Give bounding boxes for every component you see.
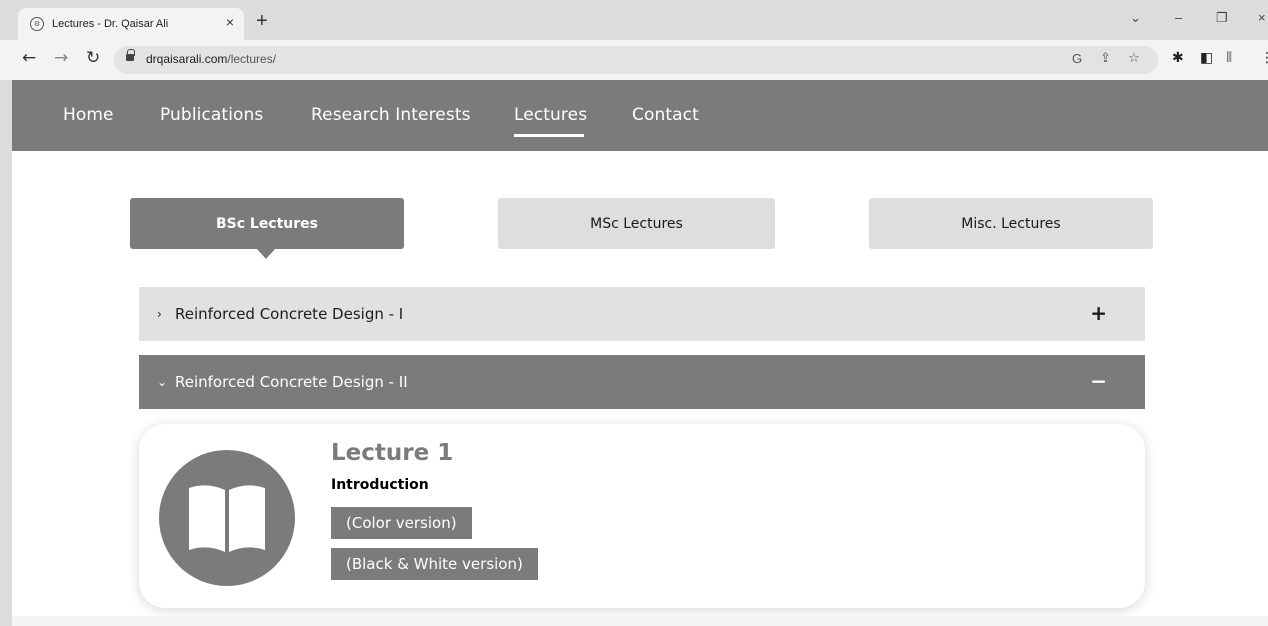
reload-icon[interactable]: ↻ [86, 48, 100, 68]
bw-version-button[interactable]: (Black & White version) [331, 548, 538, 580]
accordion-title: Reinforced Concrete Design - I [175, 305, 404, 323]
url-domain: drqaisarali.com [146, 52, 228, 66]
profile-icon[interactable]: ⦀ [1226, 50, 1232, 66]
google-icon[interactable]: G [1072, 51, 1082, 66]
tab-bar: ⚙ Lectures - Dr. Qaisar Ali × + ⌄ – ❐ × [0, 0, 1268, 40]
extensions-icon[interactable]: ✱ [1172, 50, 1184, 66]
tab-bsc-lectures[interactable]: BSc Lectures [130, 198, 404, 259]
tab-search-icon[interactable]: ⌄ [1130, 10, 1141, 26]
book-icon [159, 450, 295, 586]
tab-title: Lectures - Dr. Qaisar Ali [52, 18, 169, 30]
lecture-subtitle: Introduction [331, 477, 429, 493]
browser-window: ⚙ Lectures - Dr. Qaisar Ali × + ⌄ – ❐ × … [0, 0, 1268, 626]
nav-research-interests[interactable]: Research Interests [311, 105, 471, 125]
accordion-rcd-2[interactable]: ⌄ Reinforced Concrete Design - II − [139, 355, 1145, 409]
nav-home[interactable]: Home [63, 105, 114, 125]
nav-lectures[interactable]: Lectures [514, 105, 587, 125]
expand-icon[interactable]: + [1090, 301, 1107, 325]
site-navigation: Home Publications Research Interests Lec… [12, 80, 1268, 151]
accordion-title: Reinforced Concrete Design - II [175, 373, 408, 391]
star-icon[interactable]: ☆ [1128, 51, 1140, 66]
share-icon[interactable]: ⇪ [1100, 51, 1111, 66]
nav-publications[interactable]: Publications [160, 105, 263, 125]
next-card-edge [12, 616, 1268, 626]
chevron-right-icon: › [157, 307, 162, 321]
address-input[interactable]: drqaisarali.com/lectures/ G ⇪ ☆ [114, 46, 1158, 74]
sidepanel-icon[interactable]: ◧ [1200, 50, 1213, 66]
favicon-icon: ⚙ [30, 17, 44, 31]
tab-close-icon[interactable]: × [226, 14, 234, 30]
browser-tab[interactable]: ⚙ Lectures - Dr. Qaisar Ali × [18, 8, 244, 40]
restore-icon[interactable]: ❐ [1216, 10, 1228, 26]
new-tab-button[interactable]: + [256, 10, 268, 33]
menu-icon[interactable]: ⋮ [1260, 50, 1268, 66]
lecture-card: Lecture 1 Introduction (Color version) (… [139, 424, 1145, 608]
forward-icon[interactable]: → [54, 48, 68, 68]
window-edge [0, 0, 12, 626]
color-version-button[interactable]: (Color version) [331, 507, 472, 539]
minimize-icon[interactable]: – [1175, 10, 1182, 25]
back-icon[interactable]: ← [22, 48, 36, 68]
active-nav-underline [514, 134, 584, 137]
lock-icon[interactable] [126, 49, 135, 61]
nav-contact[interactable]: Contact [632, 105, 699, 125]
address-bar-row: ← → ↻ drqaisarali.com/lectures/ G ⇪ ☆ ✱ … [0, 40, 1268, 80]
collapse-icon[interactable]: − [1090, 369, 1107, 393]
lecture-title: Lecture 1 [331, 440, 454, 466]
tab-msc-lectures[interactable]: MSc Lectures [498, 198, 775, 249]
url-text[interactable]: drqaisarali.com/lectures/ [146, 52, 276, 66]
accordion-rcd-1[interactable]: › Reinforced Concrete Design - I + [139, 287, 1145, 341]
chevron-down-icon: ⌄ [157, 375, 168, 389]
tab-misc-lectures[interactable]: Misc. Lectures [869, 198, 1153, 249]
url-path: /lectures/ [227, 52, 277, 66]
close-window-icon[interactable]: × [1258, 10, 1266, 25]
